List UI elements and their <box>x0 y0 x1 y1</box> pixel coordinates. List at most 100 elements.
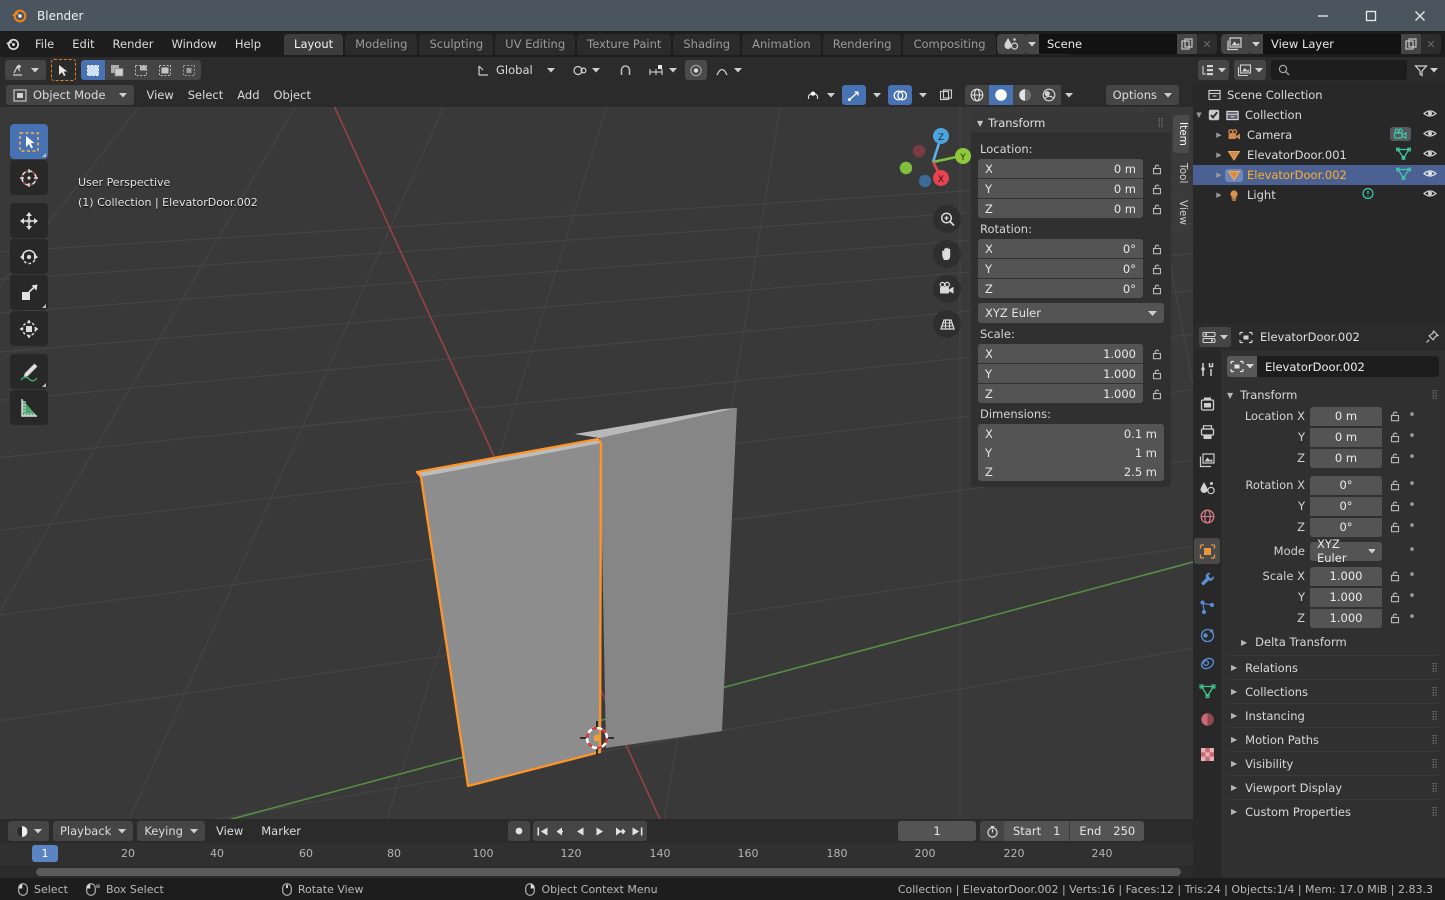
object-icon[interactable] <box>1227 356 1257 377</box>
scale-z-row[interactable]: Z 1.000 <box>978 384 1164 403</box>
end-value[interactable]: 250 <box>1113 824 1135 838</box>
animate-property-dot-icon[interactable]: • <box>1407 478 1417 491</box>
use-preview-range-icon[interactable] <box>980 821 1004 841</box>
timeline-menu-marker[interactable]: Marker <box>254 821 308 841</box>
wireframe-shading-button[interactable] <box>965 85 989 105</box>
timeline-menu-view[interactable]: View <box>209 821 250 841</box>
lock-icon[interactable] <box>1387 591 1402 603</box>
panel-custom-properties[interactable]: ▶ Custom Properties ⣿ <box>1227 799 1439 823</box>
outliner-row-collection[interactable]: ▼ Collection <box>1193 105 1445 125</box>
pivot-point-button[interactable] <box>565 60 607 80</box>
world-tab[interactable] <box>1194 503 1220 529</box>
expand-triangle-icon[interactable]: ▶ <box>1241 638 1247 647</box>
blender-menu-icon[interactable] <box>0 31 26 57</box>
tab-shading[interactable]: Shading <box>673 33 741 55</box>
prop-rotation-x[interactable]: Rotation X 0° • <box>1227 475 1439 495</box>
data-tab[interactable] <box>1194 678 1220 704</box>
play-icon[interactable] <box>590 821 609 841</box>
select-intersect-button[interactable] <box>177 60 201 80</box>
proportional-falloff-button[interactable] <box>710 60 746 80</box>
lock-icon[interactable] <box>1149 203 1164 215</box>
panel-drag-dots-icon[interactable]: ⣿ <box>1431 735 1439 745</box>
tool-rotate[interactable] <box>10 239 48 274</box>
location-z-row[interactable]: Z 0 m <box>978 199 1164 218</box>
prop-scale-z[interactable]: Z 1.000 • <box>1227 608 1439 628</box>
eye-icon[interactable] <box>1423 148 1437 159</box>
expand-triangle-icon[interactable]: ▶ <box>1213 191 1225 199</box>
solid-shading-button[interactable] <box>989 85 1013 105</box>
gizmo-toggle-button[interactable] <box>842 85 866 105</box>
breadcrumb-object-name[interactable]: ElevatorDoor.002 <box>1260 330 1360 344</box>
sidebar-tab-item[interactable]: Item <box>1173 115 1189 153</box>
expand-triangle-icon[interactable]: ▶ <box>1213 171 1225 179</box>
tab-uv-editing[interactable]: UV Editing <box>495 33 576 55</box>
expand-triangle-icon[interactable]: ▶ <box>1231 735 1237 744</box>
panel-drag-dots-icon[interactable]: ⣿ <box>1431 390 1439 400</box>
timeline-menu-playback[interactable]: Playback <box>53 821 134 841</box>
visibility-eye-icon[interactable] <box>803 85 839 105</box>
menu-help[interactable]: Help <box>226 34 270 54</box>
rotation-y-value[interactable]: 0° <box>1123 262 1136 276</box>
prop-value[interactable]: 1.000 <box>1310 587 1382 607</box>
timeline-ruler[interactable]: 1 20 40 60 80 100 120 140 160 180 200 22… <box>0 843 1193 866</box>
tool-scale[interactable] <box>10 275 48 310</box>
timeline-editor-type-button[interactable] <box>8 821 49 841</box>
transform-section-header[interactable]: ▼ Transform ⣿ <box>1227 384 1439 406</box>
particles-tab[interactable] <box>1194 594 1220 620</box>
prop-rotation-y[interactable]: Y 0° • <box>1227 496 1439 516</box>
eye-icon[interactable] <box>1423 108 1437 119</box>
outliner-row-elevatordoor-001[interactable]: ▶ ElevatorDoor.001 <box>1193 145 1445 165</box>
filter-icon[interactable] <box>1412 60 1440 80</box>
select-subtract-button[interactable] <box>129 60 153 80</box>
material-preview-shading-button[interactable] <box>1013 85 1037 105</box>
expand-triangle-icon[interactable]: ▼ <box>1193 111 1205 119</box>
mesh-data-icon[interactable] <box>1396 147 1411 160</box>
tool-cursor[interactable] <box>10 160 48 195</box>
viewlayer-selector[interactable]: View Layer ✕ <box>1221 34 1441 54</box>
jump-start-icon[interactable] <box>533 821 552 841</box>
hand-icon[interactable] <box>933 240 961 268</box>
texture-tab[interactable] <box>1194 741 1220 767</box>
panel-viewport-display[interactable]: ▶ Viewport Display ⣿ <box>1227 775 1439 799</box>
select-invert-button[interactable] <box>153 60 177 80</box>
prop-value[interactable]: 1.000 <box>1310 566 1382 586</box>
lock-icon[interactable] <box>1149 368 1164 380</box>
outliner-row-elevatordoor-002[interactable]: ▶ ElevatorDoor.002 <box>1193 165 1445 185</box>
menu-file[interactable]: File <box>26 34 63 54</box>
object-name-field[interactable]: ElevatorDoor.002 <box>1227 356 1439 377</box>
lock-icon[interactable] <box>1387 570 1402 582</box>
animate-property-dot-icon[interactable]: • <box>1407 544 1417 557</box>
menu-edit[interactable]: Edit <box>63 34 103 54</box>
scale-y-row[interactable]: Y 1.000 <box>978 364 1164 383</box>
tab-modeling[interactable]: Modeling <box>345 33 418 55</box>
prop-value[interactable]: 0° <box>1310 517 1382 537</box>
dimension-x-row[interactable]: X 0.1 m <box>978 424 1164 443</box>
panel-visibility[interactable]: ▶ Visibility ⣿ <box>1227 751 1439 775</box>
collection-checkbox[interactable] <box>1205 109 1223 121</box>
constraints-tab[interactable] <box>1194 650 1220 676</box>
expand-triangle-icon[interactable]: ▶ <box>1231 759 1237 768</box>
record-icon[interactable] <box>508 821 530 841</box>
viewlayer-tab[interactable] <box>1194 447 1220 473</box>
tool-transform[interactable] <box>10 311 48 346</box>
gizmo-dropdown-chevron-icon[interactable] <box>869 85 885 105</box>
prop-value[interactable]: 0 m <box>1310 427 1382 447</box>
expand-triangle-icon[interactable]: ▶ <box>1231 783 1237 792</box>
start-value[interactable]: 1 <box>1053 824 1060 838</box>
scene-dropdown-chevron-icon[interactable] <box>1025 34 1039 54</box>
lock-icon[interactable] <box>1149 348 1164 360</box>
viewlayer-name[interactable]: View Layer <box>1263 34 1401 54</box>
collapse-triangle-icon[interactable]: ▼ <box>1227 391 1233 400</box>
expand-triangle-icon[interactable]: ▶ <box>1231 711 1237 720</box>
prop-location-z[interactable]: Z 0 m • <box>1227 448 1439 468</box>
lock-icon[interactable] <box>1387 431 1402 443</box>
animate-property-dot-icon[interactable]: • <box>1407 590 1417 603</box>
prop-scale-y[interactable]: Y 1.000 • <box>1227 587 1439 607</box>
minimize-button[interactable] <box>1299 0 1347 31</box>
viewport-menu-object[interactable]: Object <box>267 85 318 105</box>
rotation-mode-dropdown[interactable]: XYZ Euler <box>978 303 1164 323</box>
lock-icon[interactable] <box>1387 500 1402 512</box>
active-tool-indicator[interactable] <box>51 59 76 81</box>
timeline-scrollbar[interactable] <box>0 866 1193 878</box>
grid-icon[interactable] <box>933 310 961 338</box>
